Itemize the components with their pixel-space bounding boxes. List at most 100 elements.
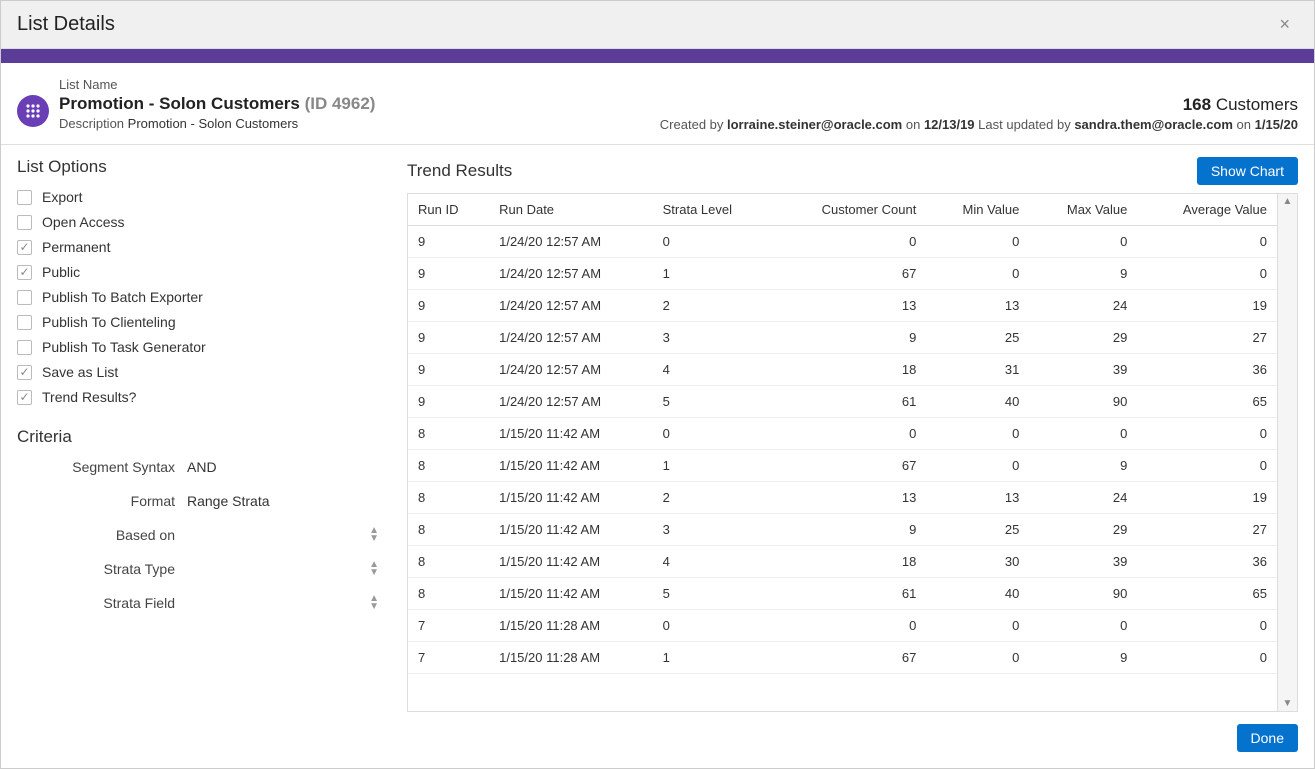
- checkbox[interactable]: [17, 240, 32, 255]
- created-by-user: lorraine.steiner@oracle.com: [727, 117, 902, 132]
- chevron-down-icon[interactable]: ▼: [369, 603, 379, 611]
- right-column: Trend Results Show Chart Run ID Run Date…: [407, 157, 1298, 712]
- cell-strata: 1: [653, 258, 773, 290]
- col-strata-level[interactable]: Strata Level: [653, 194, 773, 226]
- cell-min: 13: [926, 290, 1029, 322]
- cell-max: 90: [1029, 578, 1137, 610]
- table-row[interactable]: 81/15/20 11:42 AM561409065: [408, 578, 1277, 610]
- checkbox[interactable]: [17, 265, 32, 280]
- spinner-control[interactable]: ▲▼: [369, 527, 379, 543]
- col-min-value[interactable]: Min Value: [926, 194, 1029, 226]
- cell-cust: 67: [773, 642, 927, 674]
- trend-header: Trend Results Show Chart: [407, 157, 1298, 185]
- criteria-row: FormatRange Strata: [17, 493, 387, 509]
- table-row[interactable]: 81/15/20 11:42 AM39252927: [408, 514, 1277, 546]
- cell-min: 25: [926, 514, 1029, 546]
- checkbox[interactable]: [17, 365, 32, 380]
- cell-strata: 3: [653, 514, 773, 546]
- cell-cust: 9: [773, 322, 927, 354]
- done-button[interactable]: Done: [1237, 724, 1298, 752]
- scroll-up-icon[interactable]: ▲: [1283, 196, 1293, 207]
- table-row[interactable]: 91/24/20 12:57 AM418313936: [408, 354, 1277, 386]
- left-column: List Options ExportOpen AccessPermanentP…: [17, 157, 407, 712]
- option-label: Permanent: [42, 239, 110, 255]
- table-row[interactable]: 71/15/20 11:28 AM167090: [408, 642, 1277, 674]
- checkbox[interactable]: [17, 315, 32, 330]
- criteria-label: Strata Type: [17, 561, 187, 577]
- list-option-row: Permanent: [17, 239, 387, 255]
- col-customer-count[interactable]: Customer Count: [773, 194, 927, 226]
- cell-avg: 19: [1137, 290, 1277, 322]
- option-label: Public: [42, 264, 80, 280]
- cell-avg: 36: [1137, 546, 1277, 578]
- trend-table-wrap: Run ID Run Date Strata Level Customer Co…: [407, 193, 1298, 712]
- header-text-block: List Name Promotion - Solon Customers (I…: [59, 77, 660, 131]
- cell-run_id: 8: [408, 482, 489, 514]
- cell-min: 0: [926, 450, 1029, 482]
- cell-cust: 61: [773, 386, 927, 418]
- show-chart-button[interactable]: Show Chart: [1197, 157, 1298, 185]
- cell-strata: 4: [653, 546, 773, 578]
- checkbox[interactable]: [17, 390, 32, 405]
- updated-on-date: 1/15/20: [1255, 117, 1298, 132]
- customer-count-number: 168: [1183, 95, 1211, 114]
- spinner-control[interactable]: ▲▼: [369, 561, 379, 577]
- chevron-down-icon[interactable]: ▼: [369, 569, 379, 577]
- cell-avg: 0: [1137, 610, 1277, 642]
- cell-strata: 0: [653, 418, 773, 450]
- col-average-value[interactable]: Average Value: [1137, 194, 1277, 226]
- table-row[interactable]: 71/15/20 11:28 AM00000: [408, 610, 1277, 642]
- cell-run_id: 9: [408, 386, 489, 418]
- cell-avg: 27: [1137, 322, 1277, 354]
- cell-avg: 65: [1137, 386, 1277, 418]
- cell-run_id: 9: [408, 354, 489, 386]
- table-row[interactable]: 91/24/20 12:57 AM39252927: [408, 322, 1277, 354]
- cell-run_date: 1/15/20 11:28 AM: [489, 610, 653, 642]
- col-run-date[interactable]: Run Date: [489, 194, 653, 226]
- accent-bar: [1, 49, 1314, 63]
- outer-scrollbar[interactable]: ▲ ▼: [1277, 194, 1297, 711]
- cell-strata: 1: [653, 450, 773, 482]
- table-row[interactable]: 91/24/20 12:57 AM213132419: [408, 290, 1277, 322]
- table-row[interactable]: 91/24/20 12:57 AM167090: [408, 258, 1277, 290]
- cell-run_id: 8: [408, 418, 489, 450]
- cell-run_date: 1/15/20 11:42 AM: [489, 482, 653, 514]
- cell-strata: 0: [653, 226, 773, 258]
- cell-min: 31: [926, 354, 1029, 386]
- cell-max: 24: [1029, 290, 1137, 322]
- customer-count-label: Customers: [1216, 95, 1298, 114]
- scroll-down-icon[interactable]: ▼: [1283, 698, 1293, 709]
- cell-cust: 67: [773, 450, 927, 482]
- chevron-down-icon[interactable]: ▼: [369, 535, 379, 543]
- cell-strata: 4: [653, 354, 773, 386]
- cell-strata: 1: [653, 642, 773, 674]
- trend-table-scroll[interactable]: Run ID Run Date Strata Level Customer Co…: [408, 194, 1277, 711]
- col-run-id[interactable]: Run ID: [408, 194, 489, 226]
- checkbox[interactable]: [17, 215, 32, 230]
- list-name-label: List Name: [59, 77, 660, 92]
- checkbox[interactable]: [17, 290, 32, 305]
- table-row[interactable]: 81/15/20 11:42 AM00000: [408, 418, 1277, 450]
- col-max-value[interactable]: Max Value: [1029, 194, 1137, 226]
- description-label: Description: [59, 116, 124, 131]
- list-details-modal: List Details × List Name Promotion - Sol…: [0, 0, 1315, 769]
- cell-avg: 36: [1137, 354, 1277, 386]
- table-row[interactable]: 81/15/20 11:42 AM213132419: [408, 482, 1277, 514]
- audit-line: Created by lorraine.steiner@oracle.com o…: [660, 117, 1298, 132]
- table-row[interactable]: 81/15/20 11:42 AM167090: [408, 450, 1277, 482]
- cell-run_date: 1/24/20 12:57 AM: [489, 290, 653, 322]
- cell-min: 0: [926, 642, 1029, 674]
- table-row[interactable]: 91/24/20 12:57 AM561409065: [408, 386, 1277, 418]
- checkbox[interactable]: [17, 190, 32, 205]
- cell-min: 0: [926, 610, 1029, 642]
- cell-run_date: 1/15/20 11:42 AM: [489, 514, 653, 546]
- table-row[interactable]: 81/15/20 11:42 AM418303936: [408, 546, 1277, 578]
- criteria-label: Strata Field: [17, 595, 187, 611]
- cell-run_id: 9: [408, 322, 489, 354]
- spinner-control[interactable]: ▲▼: [369, 595, 379, 611]
- checkbox[interactable]: [17, 340, 32, 355]
- close-icon[interactable]: ×: [1271, 10, 1298, 39]
- list-option-row: Public: [17, 264, 387, 280]
- table-row[interactable]: 91/24/20 12:57 AM00000: [408, 226, 1277, 258]
- cell-run_id: 9: [408, 226, 489, 258]
